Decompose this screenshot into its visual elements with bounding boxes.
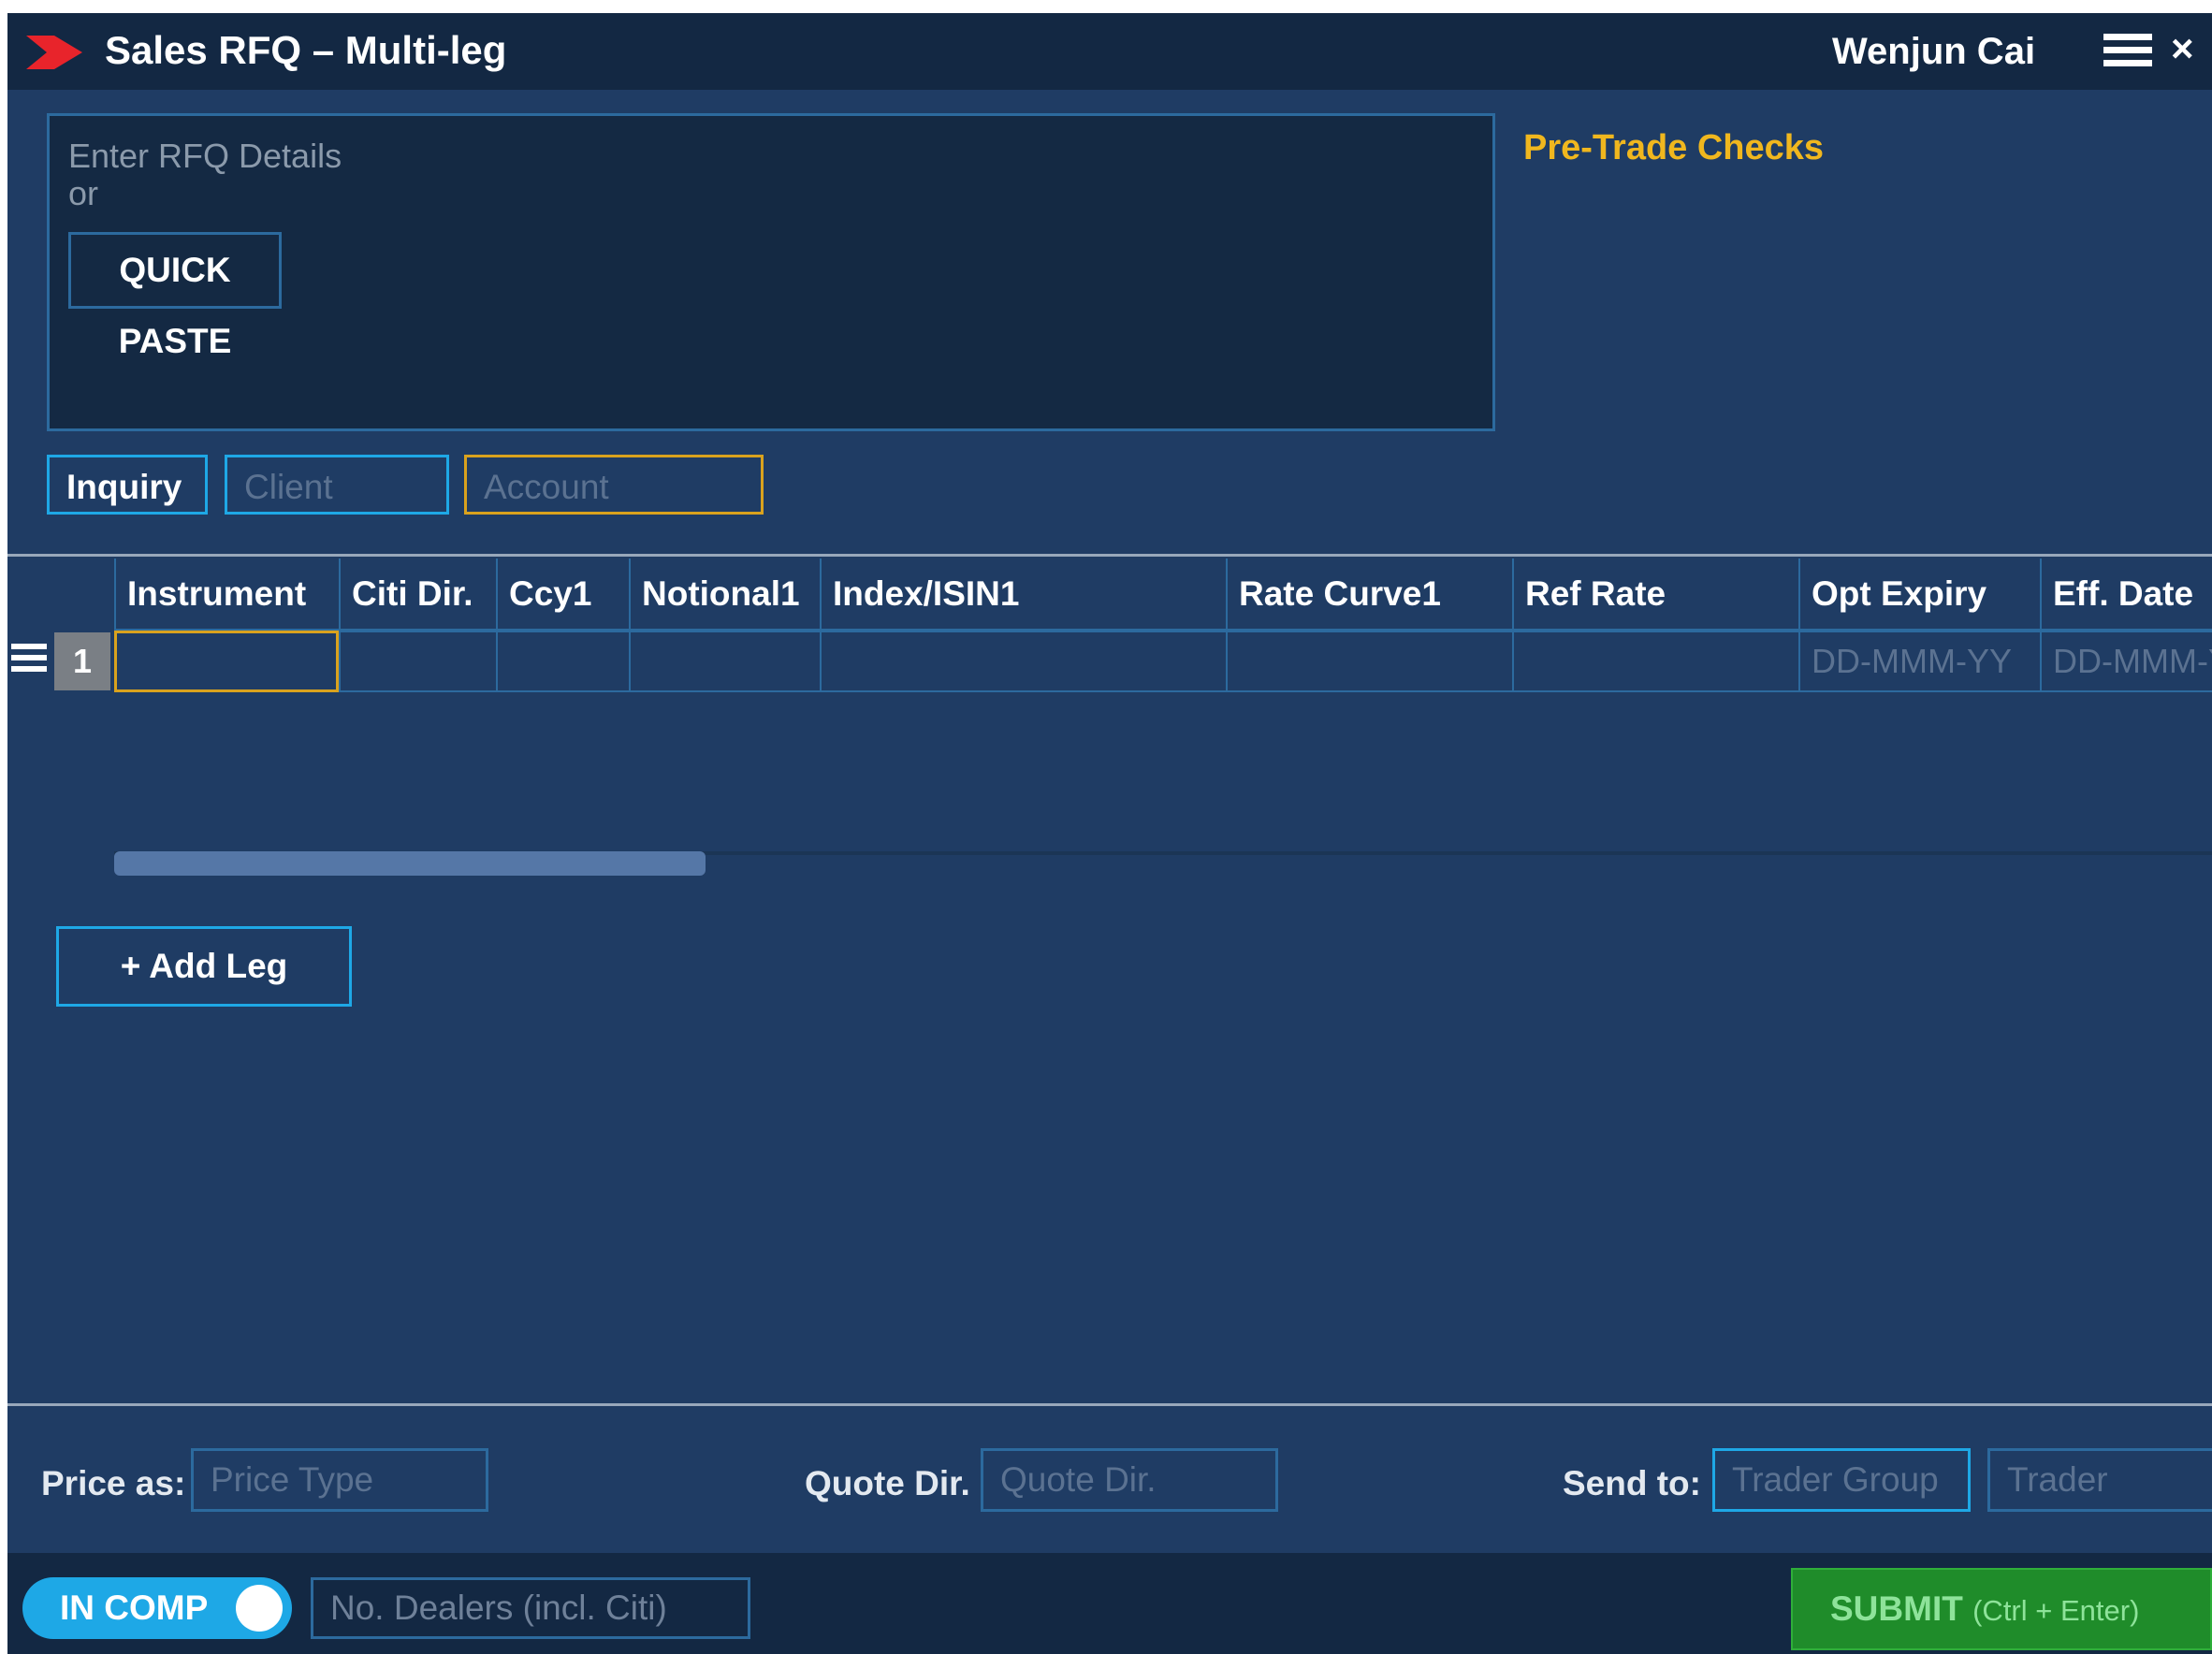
rfq-or-label: or [68,174,99,212]
send-to-label: Send to: [1563,1464,1701,1502]
price-type-field[interactable]: Price Type [191,1448,488,1512]
column-header-opt-expiry[interactable]: Opt Expiry [1798,559,2040,630]
pre-trade-checks-link[interactable]: Pre-Trade Checks [1523,127,1824,168]
in-comp-toggle[interactable]: IN COMP [22,1577,292,1639]
title-bar: Sales RFQ – Multi-leg Wenjun Cai × [7,13,2212,90]
section-divider [7,554,2212,557]
dealers-count-field[interactable]: No. Dealers (incl. Citi) [311,1577,750,1639]
client-field[interactable]: Client [225,455,449,515]
column-header-instrument[interactable]: Instrument [114,559,339,630]
toggle-knob [236,1585,283,1632]
cell-instrument[interactable] [114,631,339,692]
cell-opt-expiry[interactable]: DD-MMM-YY [1798,631,2040,692]
section-divider [7,1403,2212,1406]
submit-label: SUBMIT [1830,1589,1963,1628]
column-header-eff-date[interactable]: Eff. Date [2040,559,2212,630]
account-field[interactable]: Account [464,455,764,515]
horizontal-scrollbar-thumb[interactable] [114,851,706,876]
price-as-label: Price as: [41,1464,186,1502]
hamburger-menu-icon[interactable] [2103,34,2152,69]
add-leg-button[interactable]: + Add Leg [56,926,352,1007]
column-header-ref-rate[interactable]: Ref Rate [1512,559,1798,630]
cell-citi-dir[interactable] [339,631,496,692]
cell-index-isin1[interactable] [820,631,1226,692]
cell-rate-curve1[interactable] [1226,631,1512,692]
sales-rfq-window: Sales RFQ – Multi-leg Wenjun Cai × Enter… [7,13,2212,1654]
rfq-details-placeholder: Enter RFQ Details [68,137,342,175]
submit-button[interactable]: SUBMIT (Ctrl + Enter) [1791,1568,2212,1650]
in-comp-label: IN COMP [60,1589,209,1627]
logo-chevron-icon [26,36,82,69]
quote-dir-label: Quote Dir. [805,1464,970,1502]
trader-field[interactable]: Trader [1987,1448,2212,1512]
submit-shortcut: (Ctrl + Enter) [1972,1594,2140,1627]
rfq-details-input[interactable]: Enter RFQ Details or QUICK PASTE [47,113,1495,431]
column-header-index-isin1[interactable]: Index/ISIN1 [820,559,1226,630]
inquiry-field[interactable]: Inquiry [47,455,208,515]
cell-ccy1[interactable] [496,631,629,692]
cell-eff-date[interactable]: DD-MMM-YY [2040,631,2212,692]
close-icon[interactable]: × [2171,22,2194,75]
cell-notional1[interactable] [629,631,820,692]
trader-group-field[interactable]: Trader Group [1712,1448,1971,1512]
column-header-citi-dir[interactable]: Citi Dir. [339,559,496,630]
quick-paste-button[interactable]: QUICK PASTE [68,232,282,360]
user-name: Wenjun Cai [1832,31,2036,72]
cell-ref-rate[interactable] [1512,631,1798,692]
column-header-rate-curve1[interactable]: Rate Curve1 [1226,559,1512,630]
row-number: 1 [54,632,110,690]
footer-bar: IN COMP No. Dealers (incl. Citi) SUBMIT … [7,1553,2212,1654]
quote-dir-field[interactable]: Quote Dir. [981,1448,1278,1512]
row-drag-handle-icon[interactable] [11,644,47,677]
column-header-ccy1[interactable]: Ccy1 [496,559,629,630]
window-title: Sales RFQ – Multi-leg [105,28,507,72]
column-header-notional1[interactable]: Notional1 [629,559,820,630]
